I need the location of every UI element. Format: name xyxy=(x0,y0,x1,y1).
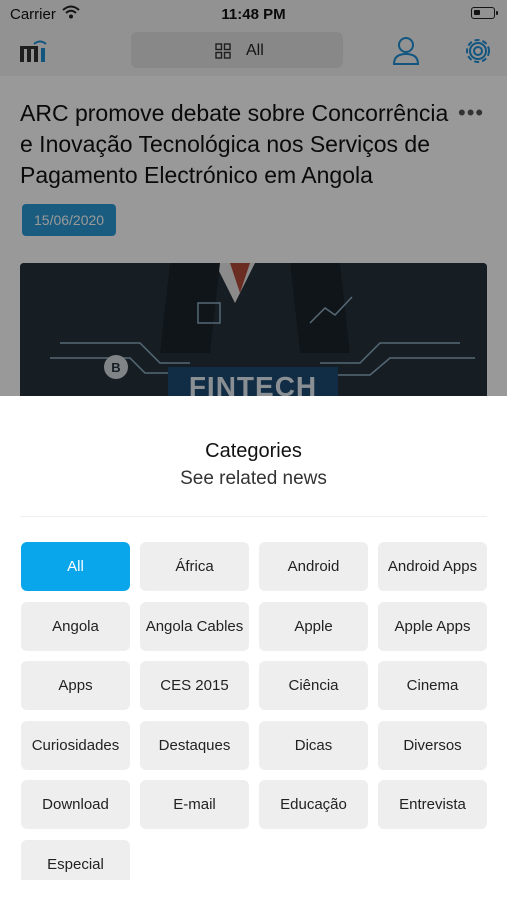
category-chip-ces-2015[interactable]: CES 2015 xyxy=(140,661,249,710)
divider xyxy=(20,516,487,517)
category-chip-angola-cables[interactable]: Angola Cables xyxy=(140,601,249,651)
category-chip-apple[interactable]: Apple xyxy=(259,601,368,651)
category-chip-curiosidades[interactable]: Curiosidades xyxy=(21,720,130,770)
category-chip-ciencia[interactable]: Ciência xyxy=(259,661,368,710)
sheet-title: Categories xyxy=(205,440,302,462)
categories-sheet: Categories See related news All África And… xyxy=(0,396,507,900)
category-chip-download[interactable]: Download xyxy=(21,780,130,829)
category-chip-educacao[interactable]: Educação xyxy=(259,780,368,829)
dimmed-overlay[interactable] xyxy=(0,0,507,396)
category-chip-diversos[interactable]: Diversos xyxy=(378,720,487,770)
category-chip-android-apps[interactable]: Android Apps xyxy=(378,542,487,591)
sheet-subtitle: See related news xyxy=(180,468,327,489)
category-chip-destaques[interactable]: Destaques xyxy=(140,720,249,770)
category-chip-all[interactable]: All xyxy=(21,542,130,591)
category-chip-dicas[interactable]: Dicas xyxy=(259,720,368,770)
category-chip-cinema[interactable]: Cinema xyxy=(378,661,487,710)
category-chip-apps[interactable]: Apps xyxy=(21,661,130,710)
category-chip-apple-apps[interactable]: Apple Apps xyxy=(378,601,487,651)
category-chip-android[interactable]: Android xyxy=(259,542,368,591)
category-chip-especial[interactable]: Especial xyxy=(21,839,130,880)
category-chip-entrevista[interactable]: Entrevista xyxy=(378,780,487,829)
categories-grid: All África Android Android Apps Angola Angola… xyxy=(21,542,489,880)
category-chip-angola[interactable]: Angola xyxy=(21,601,130,651)
category-chip-e-mail[interactable]: E-mail xyxy=(140,780,249,829)
category-chip-africa[interactable]: África xyxy=(140,542,249,591)
